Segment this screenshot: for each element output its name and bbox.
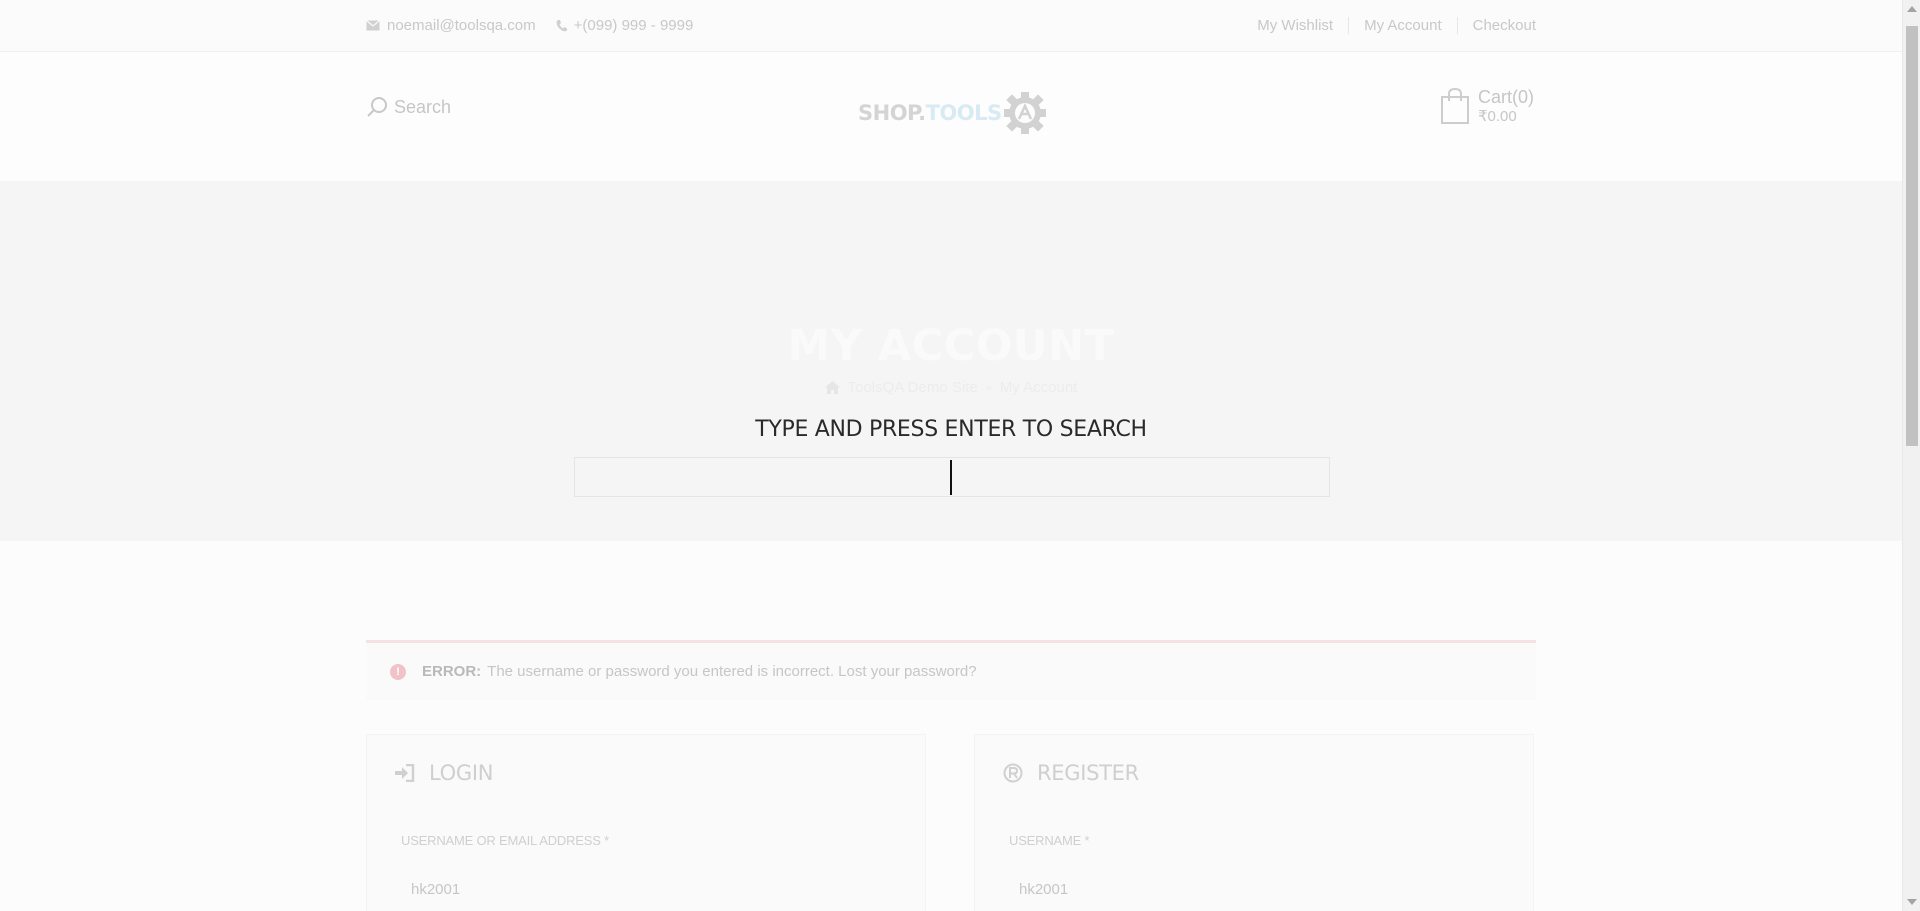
error-notice: ! ERROR: The username or password you en…: [366, 640, 1536, 700]
breadcrumb: ToolsQA Demo Site » My Account: [0, 379, 1902, 396]
cart[interactable]: Cart(0) ₹0.00: [1440, 88, 1534, 126]
scroll-down-arrow-icon[interactable]: [1907, 899, 1917, 905]
logo-text: SHOP.TOOLS: [858, 101, 1002, 125]
register-panel: REGISTER USERNAME * hk2001: [974, 734, 1534, 911]
register-username-label: USERNAME *: [1009, 833, 1090, 848]
top-links: My Wishlist My Account Checkout: [1242, 17, 1536, 34]
envelope-icon: [366, 20, 380, 31]
cart-text: Cart(0) ₹0.00: [1478, 88, 1534, 126]
site-logo[interactable]: SHOP.TOOLS: [858, 90, 1048, 136]
search-icon: [367, 97, 387, 117]
top-bar: noemail@toolsqa.com +(099) 999 - 9999 My…: [0, 0, 1902, 52]
home-icon: [824, 381, 840, 394]
register-heading: REGISTER: [1003, 761, 1139, 785]
scroll-up-arrow-icon[interactable]: [1907, 6, 1917, 12]
my-account-link[interactable]: My Account: [1348, 17, 1457, 34]
breadcrumb-current: My Account: [999, 379, 1078, 396]
cart-label: Cart(0): [1478, 87, 1535, 107]
sign-in-icon: [395, 764, 415, 782]
logo-text-tools: TOOLS: [925, 101, 1003, 125]
search-trigger-label: Search: [394, 96, 452, 117]
cart-total: ₹0.00: [1478, 108, 1517, 125]
site-header: Search SHOP.TOOLS Cart(0) ₹0.00: [0, 52, 1902, 181]
contact-phone[interactable]: +(099) 999 - 9999: [556, 17, 694, 34]
registered-icon: [1003, 763, 1023, 783]
register-username-field[interactable]: hk2001: [1019, 881, 1068, 898]
login-panel: LOGIN USERNAME OR EMAIL ADDRESS * hk2001: [366, 734, 926, 911]
username-email-field[interactable]: hk2001: [411, 881, 460, 898]
shopping-bag-icon: [1441, 88, 1469, 124]
logo-text-shop: SHOP.: [858, 101, 926, 125]
my-wishlist-link[interactable]: My Wishlist: [1242, 17, 1348, 34]
page-title: MY ACCOUNT: [787, 321, 1115, 371]
error-label: ERROR:: [422, 663, 482, 680]
login-title: LOGIN: [429, 761, 494, 785]
scrollbar-thumb[interactable]: [1906, 26, 1918, 446]
exclamation-icon: !: [390, 663, 406, 680]
breadcrumb-separator: »: [985, 381, 992, 394]
username-email-label: USERNAME OR EMAIL ADDRESS *: [401, 833, 609, 848]
search-trigger[interactable]: Search: [366, 96, 451, 118]
contact-email[interactable]: noemail@toolsqa.com: [366, 17, 536, 34]
text-cursor: [950, 460, 952, 495]
page-scrollbar[interactable]: [1902, 0, 1920, 911]
page-hero: MY ACCOUNT ToolsQA Demo Site » My Accoun…: [0, 181, 1902, 541]
contact-email-text: noemail@toolsqa.com: [387, 17, 536, 34]
gear-logo-icon: [1003, 92, 1046, 134]
search-overlay-input[interactable]: [574, 457, 1330, 497]
register-title: REGISTER: [1037, 761, 1139, 785]
login-heading: LOGIN: [395, 761, 493, 785]
phone-icon: [556, 19, 567, 31]
error-message: The username or password you entered is …: [487, 663, 977, 680]
breadcrumb-home[interactable]: ToolsQA Demo Site: [848, 379, 978, 396]
search-overlay-title: TYPE AND PRESS ENTER TO SEARCH: [755, 417, 1147, 442]
contact-phone-text: +(099) 999 - 9999: [573, 17, 694, 34]
contact-info: noemail@toolsqa.com +(099) 999 - 9999: [366, 17, 693, 34]
checkout-link[interactable]: Checkout: [1456, 17, 1536, 34]
